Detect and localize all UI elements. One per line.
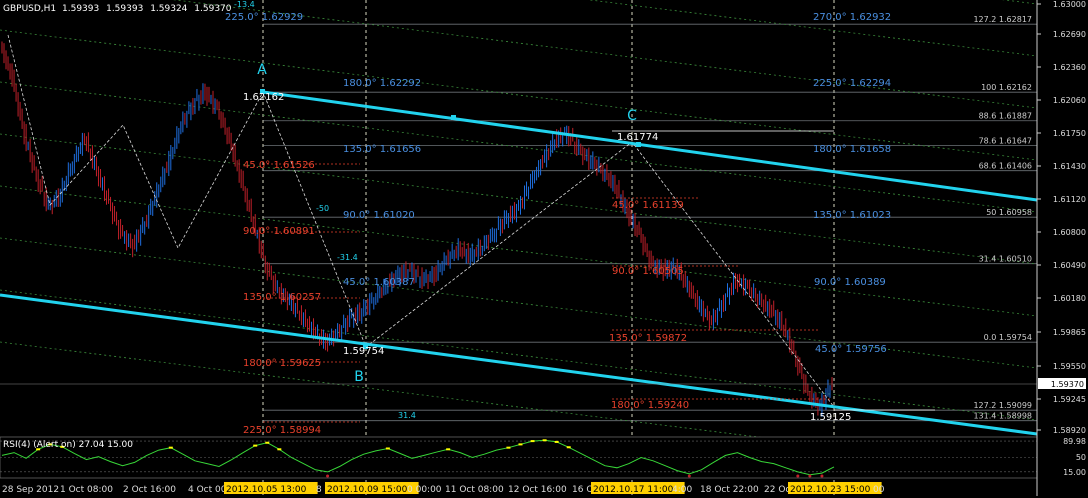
y-tick-label-0: 1.63000: [1053, 0, 1086, 9]
rsi-under-mark-67: [808, 474, 812, 478]
pivot-c-price: 1.61774: [617, 132, 658, 143]
pivot-b-price: 1.59754: [343, 346, 384, 357]
x-tick-label-1: 1 Oct 08:00: [60, 485, 113, 495]
gann-red-label-7: 135.0° 1.59872: [609, 333, 687, 344]
y-tick-label-9: 1.60180: [1053, 294, 1086, 303]
gann-blue-label-2: 180.0° 1.62292: [343, 78, 421, 89]
x-tick-label-15: 2012.10.23 15:00: [790, 485, 871, 495]
y-tick-label-2: 1.62360: [1053, 63, 1086, 72]
chart-svg: A B C 1.62162 1.59754 1.61774 1.59125 127.2 1.6…: [0, 0, 1088, 498]
fib-label-3: 78.6 1.61647: [979, 137, 1032, 146]
gann-blue-label-3: 225.0° 1.62294: [813, 78, 891, 89]
x-tick-label-13: 18 Oct 22:00: [700, 485, 759, 495]
channel-pct-label-2: -31.4: [337, 253, 358, 262]
channel-pct-label-0: -13.4: [234, 0, 255, 9]
y-tick-label-4: 1.61750: [1053, 129, 1086, 138]
pivot-b-letter: B: [354, 369, 364, 385]
rsi-tick-label-2: 15.00: [1063, 468, 1086, 477]
rsi-over-mark-22: [265, 441, 270, 444]
rsi-under-mark-68: [820, 474, 824, 478]
rsi-under-mark-57: [687, 474, 691, 478]
rsi-over-mark-43: [518, 443, 523, 446]
fib-label-6: 31.4 1.60510: [979, 255, 1032, 264]
rsi-over-mark-44: [530, 440, 535, 443]
x-tick-label-6: 2012.10.09 15:00: [327, 485, 408, 495]
x-tick-label-10: 16 O: [572, 485, 593, 495]
gann-blue-label-0: 225.0° 1.62929: [225, 12, 303, 23]
rsi-title: RSI(4) (Alert on) 27.04 15.00: [3, 440, 133, 450]
gann-red-label-6: 90.0° 1.60505: [612, 266, 684, 277]
y-tick-label-8: 1.60490: [1053, 261, 1086, 270]
gann-red-label-8: 180.0° 1.59240: [611, 400, 689, 411]
pivot-a-price: 1.62162: [243, 92, 284, 103]
x-tick-label-0: 28 Sep 2012: [2, 485, 59, 495]
y-tick-label-13: 1.58920: [1053, 426, 1086, 435]
rsi-over-mark-47: [566, 446, 571, 449]
x-tick-label-9: 12 Oct 16:00: [508, 485, 567, 495]
gann-red-label-4: 225.0° 1.58994: [243, 425, 321, 436]
channel-pct-label-3: 31.4: [398, 411, 416, 420]
gann-blue-label-8: 45.0° 1.60387: [343, 277, 415, 288]
rsi-over-mark-37: [446, 448, 451, 451]
x-tick-label-12: 4:00: [672, 485, 692, 495]
gann-blue-label-10: 45.0° 1.59756: [815, 344, 887, 355]
gann-red-label-2: 135.0° 1.60257: [243, 292, 321, 303]
pivot-c-letter: C: [627, 108, 637, 124]
y-tick-label-6: 1.61120: [1053, 195, 1086, 204]
fib-label-8: 127.2 1.59099: [973, 401, 1032, 410]
gann-red-label-1: 90.0° 1.60891: [243, 226, 315, 237]
gann-red-label-3: 180.0° 1.59625: [243, 358, 321, 369]
y-tick-label-1: 1.62690: [1053, 30, 1086, 39]
x-tick-label-8: 11 Oct 08:00: [445, 485, 504, 495]
pivot-a-letter: A: [257, 62, 267, 78]
fib-label-5: 50 1.60958: [986, 208, 1032, 217]
x-tick-label-11: 2012.10.17 11:00: [593, 485, 674, 495]
rsi-over-mark-45: [542, 439, 547, 442]
rsi-tick-label-1: 50: [1076, 453, 1086, 462]
low-price: 1.59125: [810, 412, 851, 423]
rsi-tick-label-0: 89.98: [1063, 437, 1086, 446]
x-tick-label-16: 00: [873, 485, 885, 495]
x-tick-label-2: 2 Oct 16:00: [123, 485, 176, 495]
fib-label-9: 131.4 1.58998: [973, 412, 1032, 421]
channel-pct-label-1: -50: [316, 204, 329, 213]
x-tick-label-14: 22 Oc: [764, 485, 790, 495]
rsi-over-mark-21: [253, 444, 258, 447]
y-tick-label-11: 1.59550: [1053, 362, 1086, 371]
gann-blue-label-9: 90.0° 1.60389: [814, 277, 886, 288]
gann-blue-label-5: 180.0° 1.61658: [813, 144, 891, 155]
y-tick-label-7: 1.60800: [1053, 228, 1086, 237]
x-tick-label-3: 4 Oct 00: [188, 485, 227, 495]
y-tick-label-12: 1.59245: [1053, 395, 1086, 404]
y-tick-label-3: 1.62060: [1053, 96, 1086, 105]
rsi-under-mark-27: [326, 474, 330, 478]
gann-blue-label-6: 90.0° 1.61020: [343, 210, 415, 221]
current-price-label: 1.59370: [1051, 380, 1084, 389]
rsi-over-mark-14: [168, 446, 173, 449]
rsi-over-mark-42: [506, 446, 511, 449]
x-tick-label-4: 2012.10.05 13:00: [226, 485, 307, 495]
chart-title: GBPUSD,H1: [3, 4, 56, 14]
x-tick-label-7: 0 00:00: [407, 485, 442, 495]
fib-label-2: 88.6 1.61887: [979, 112, 1032, 121]
gann-red-label-0: 45.0° 1.61526: [243, 160, 315, 171]
gann-blue-label-7: 135.0° 1.61023: [813, 210, 891, 221]
rsi-over-mark-46: [554, 440, 559, 443]
chart-background: [0, 0, 1088, 498]
y-tick-label-5: 1.61430: [1053, 162, 1086, 171]
gann-blue-label-4: 135.0° 1.61656: [343, 144, 421, 155]
fib-label-1: 100 1.62162: [981, 83, 1032, 92]
y-tick-label-10: 1.59865: [1053, 328, 1086, 337]
channel-handle: [451, 115, 456, 120]
x-tick-label-5: 8: [316, 485, 322, 495]
rsi-over-mark-32: [385, 447, 390, 450]
fib-label-4: 68.6 1.61406: [979, 162, 1032, 171]
fib-label-0: 127.2 1.62817: [973, 15, 1032, 24]
gann-blue-label-1: 270.0° 1.62932: [813, 12, 891, 23]
gann-red-label-5: 45.0° 1.61139: [612, 200, 684, 211]
fib-label-7: 0.0 1.59754: [984, 333, 1032, 342]
rsi-panel: [0, 436, 1038, 479]
rsi-under-mark-66: [796, 474, 800, 478]
rsi-over-mark-23: [277, 448, 282, 451]
